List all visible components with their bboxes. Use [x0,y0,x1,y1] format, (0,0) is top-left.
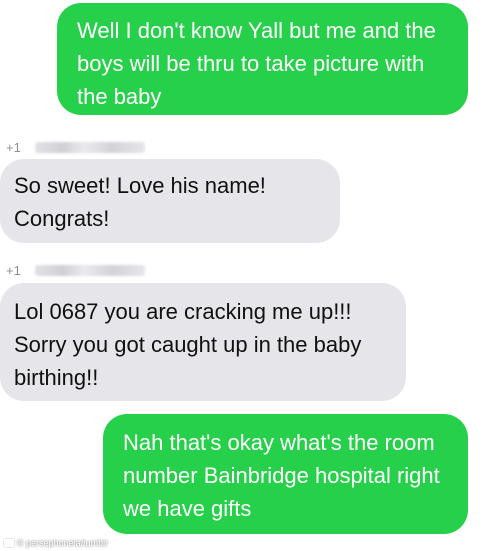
watermark-text: © persephoneia/tumblr [17,538,109,548]
sender-number: +1 [6,262,21,278]
redacted-name [34,264,145,276]
message-bubble-sent[interactable]: Well I don't know Yall but me and the bo… [57,3,468,115]
message-bubble-received[interactable]: Lol 0687 you are cracking me up!!! Sorry… [0,283,406,401]
sender-label: +1 [6,261,145,279]
message-bubble-received[interactable]: So sweet! Love his name! Congrats! [0,159,340,243]
sender-label: +1 [6,138,145,156]
watermark: © persephoneia/tumblr [4,538,108,548]
redacted-name [34,141,145,153]
sender-number: +1 [6,139,21,155]
camera-icon [4,539,14,547]
message-bubble-sent[interactable]: Nah that's okay what's the room number B… [103,414,468,534]
